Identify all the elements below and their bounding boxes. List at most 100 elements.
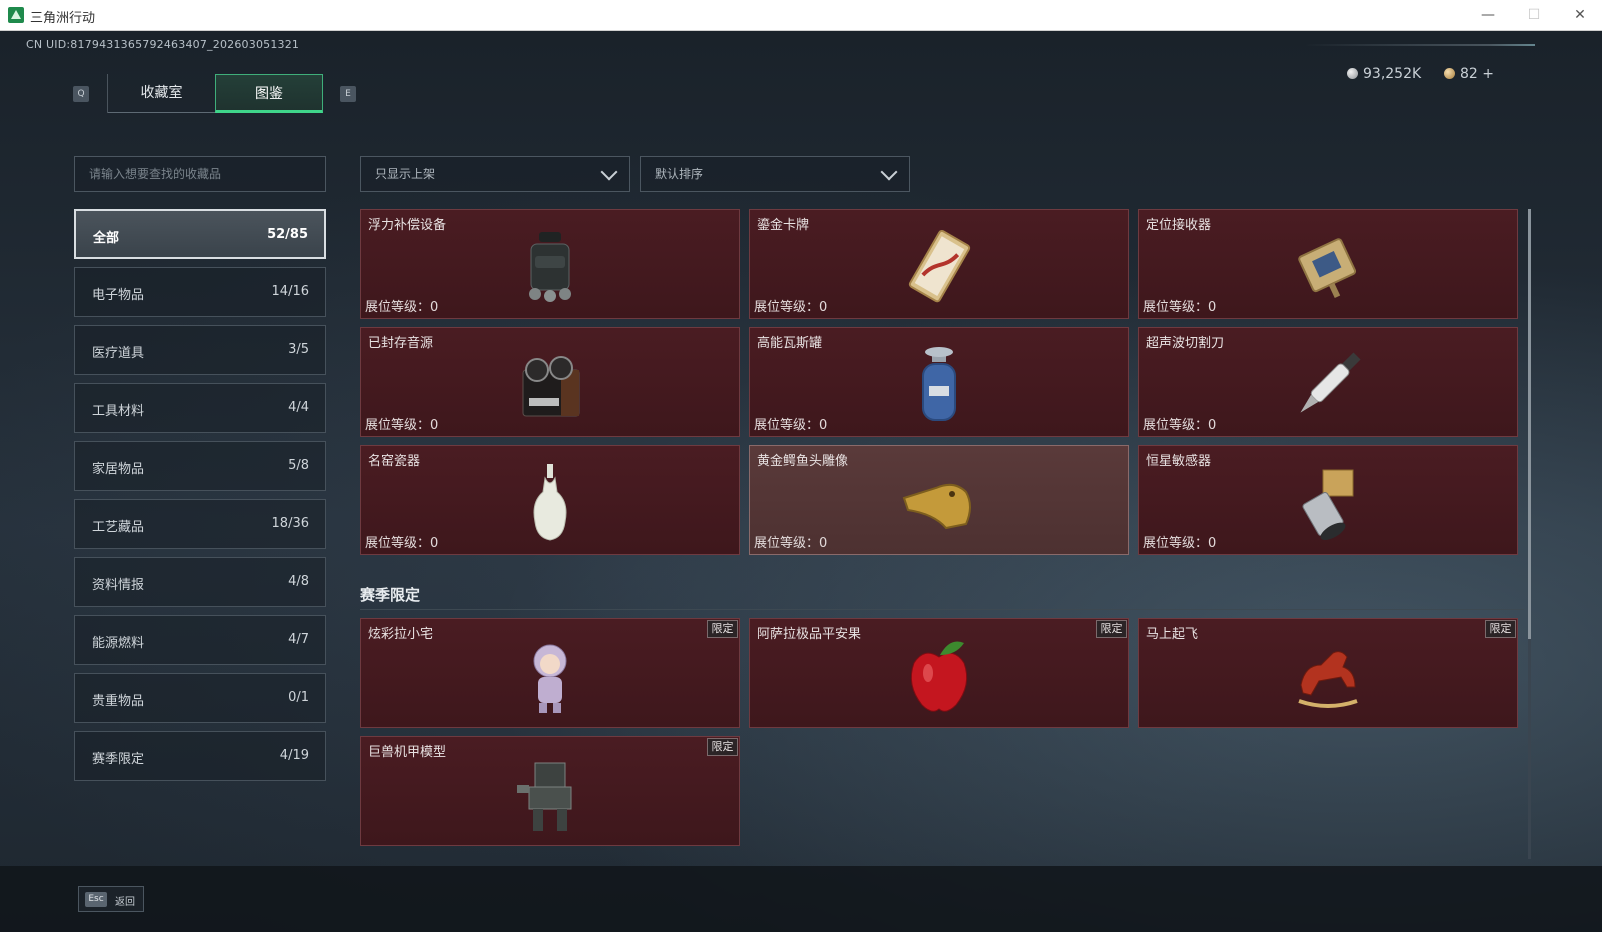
- main-tabs: 收藏室 图鉴: [107, 74, 323, 113]
- category-label: 医疗道具: [92, 346, 145, 361]
- item-level: 展位等级：0: [365, 418, 439, 433]
- porcelain-vase-icon: [533, 464, 567, 541]
- item-card[interactable]: 超声波切割刀 展位等级：0: [1138, 327, 1518, 437]
- close-button[interactable]: ✕: [1560, 4, 1600, 26]
- shelf-filter-value: 只显示上架: [375, 167, 436, 181]
- category-label: 能源燃料: [92, 636, 145, 651]
- red-horse-icon: [1298, 651, 1358, 708]
- shelf-filter-select[interactable]: 只显示上架: [360, 156, 630, 192]
- item-card[interactable]: 鎏金卡牌 展位等级：0: [749, 209, 1129, 319]
- category-count: 4/7: [288, 632, 309, 647]
- item-level: 展位等级：0: [1143, 418, 1217, 433]
- sort-value: 默认排序: [655, 167, 704, 181]
- window-title: 三角洲行动: [30, 11, 96, 26]
- scrollbar-thumb[interactable]: [1528, 209, 1531, 639]
- item-card[interactable]: 名窑瓷器 展位等级：0: [360, 445, 740, 555]
- category-count: 5/8: [288, 458, 309, 473]
- category-count: 52/85: [267, 227, 308, 242]
- tab-catalog[interactable]: 图鉴: [215, 74, 323, 113]
- silver-coin-icon: [1347, 68, 1358, 79]
- key-hint-e: E: [340, 86, 356, 102]
- gold-currency[interactable]: 82 +: [1444, 66, 1494, 82]
- category-count: 4/4: [288, 400, 309, 415]
- item-name: 炫彩拉小宅: [368, 627, 434, 642]
- item-card[interactable]: 已封存音源 展位等级：0: [360, 327, 740, 437]
- category-label: 贵重物品: [92, 694, 145, 709]
- mech-model-icon: [517, 762, 572, 831]
- category-label: 全部: [93, 231, 120, 246]
- category-fuel[interactable]: 能源燃料 4/7: [74, 615, 326, 665]
- category-label: 资料情报: [92, 578, 145, 593]
- chevron-down-icon: [880, 163, 898, 181]
- player-uid: CN UID:8179431365792463407_202603051321: [26, 38, 300, 51]
- category-count: 14/16: [271, 284, 309, 299]
- star-sensor-icon: [1302, 469, 1354, 541]
- category-all[interactable]: 全部 52/85: [74, 209, 326, 259]
- item-name: 马上起飞: [1146, 627, 1199, 642]
- bcd-backpack-icon: [529, 232, 571, 302]
- bottom-bar: Esc 返回: [0, 866, 1602, 932]
- item-card[interactable]: 定位接收器 展位等级：0: [1138, 209, 1518, 319]
- section-divider: [360, 609, 1524, 610]
- grid-scrollbar[interactable]: [1528, 209, 1531, 859]
- category-medical[interactable]: 医疗道具 3/5: [74, 325, 326, 375]
- category-valuables[interactable]: 贵重物品 0/1: [74, 673, 326, 723]
- limited-badge: 限定: [1485, 620, 1516, 638]
- gold-amount: 82 +: [1460, 66, 1494, 82]
- limited-badge: 限定: [707, 620, 738, 638]
- item-level: 展位等级：0: [1143, 300, 1217, 315]
- season-item-card[interactable]: 炫彩拉小宅 限定: [360, 618, 740, 728]
- gas-canister-icon: [922, 347, 956, 421]
- category-intel[interactable]: 资料情报 4/8: [74, 557, 326, 607]
- gps-receiver-icon: [1298, 238, 1357, 299]
- category-count: 4/8: [288, 574, 309, 589]
- back-button[interactable]: Esc 返回: [78, 886, 144, 912]
- reel-recorder-icon: [522, 356, 580, 417]
- back-label: 返回: [115, 897, 135, 908]
- item-card[interactable]: 黄金鳄鱼头雕像 展位等级：0: [749, 445, 1129, 555]
- item-name: 超声波切割刀: [1146, 336, 1225, 351]
- category-count: 3/5: [288, 342, 309, 357]
- search-input[interactable]: 请输入想要查找的收藏品: [74, 156, 326, 192]
- category-count: 18/36: [271, 516, 309, 531]
- gold-coin-icon: [1444, 68, 1455, 79]
- season-item-card[interactable]: 阿萨拉极品平安果 限定: [749, 618, 1129, 728]
- item-name: 已封存音源: [368, 336, 434, 351]
- red-apple-icon: [910, 641, 968, 712]
- item-level: 展位等级：0: [365, 300, 439, 315]
- item-card[interactable]: 浮力补偿设备 展位等级：0: [360, 209, 740, 319]
- category-season[interactable]: 赛季限定 4/19: [74, 731, 326, 781]
- item-name: 巨兽机甲模型: [368, 745, 447, 760]
- item-level: 展位等级：0: [754, 300, 828, 315]
- category-crafts[interactable]: 工艺藏品 18/36: [74, 499, 326, 549]
- figurine-icon: [533, 644, 567, 713]
- item-name: 高能瓦斯罐: [757, 336, 823, 351]
- section-title-season: 赛季限定: [360, 586, 421, 604]
- esc-key-hint: Esc: [85, 892, 107, 907]
- item-name: 鎏金卡牌: [757, 218, 810, 233]
- category-household[interactable]: 家居物品 5/8: [74, 441, 326, 491]
- sort-select[interactable]: 默认排序: [640, 156, 910, 192]
- category-label: 电子物品: [92, 288, 145, 303]
- item-card[interactable]: 恒星敏感器 展位等级：0: [1138, 445, 1518, 555]
- item-card[interactable]: 高能瓦斯罐 展位等级：0: [749, 327, 1129, 437]
- ultrasonic-cutter-icon: [1300, 352, 1361, 413]
- category-count: 0/1: [288, 690, 309, 705]
- season-item-card[interactable]: 巨兽机甲模型 限定: [360, 736, 740, 846]
- gilded-card-icon: [908, 230, 971, 303]
- category-label: 工具材料: [92, 404, 145, 419]
- category-tools[interactable]: 工具材料 4/4: [74, 383, 326, 433]
- item-name: 名窑瓷器: [368, 454, 421, 469]
- item-name: 定位接收器: [1146, 218, 1212, 233]
- season-item-card[interactable]: 马上起飞 限定: [1138, 618, 1518, 728]
- category-label: 工艺藏品: [92, 520, 145, 535]
- item-name: 恒星敏感器: [1146, 454, 1212, 469]
- item-level: 展位等级：0: [754, 536, 828, 551]
- category-electronics[interactable]: 电子物品 14/16: [74, 267, 326, 317]
- minimize-button[interactable]: —: [1468, 4, 1508, 26]
- maximize-button[interactable]: ☐: [1514, 4, 1554, 26]
- item-name: 黄金鳄鱼头雕像: [757, 454, 849, 469]
- tab-collection-room[interactable]: 收藏室: [107, 74, 215, 113]
- item-level: 展位等级：0: [365, 536, 439, 551]
- item-name: 浮力补偿设备: [368, 218, 447, 233]
